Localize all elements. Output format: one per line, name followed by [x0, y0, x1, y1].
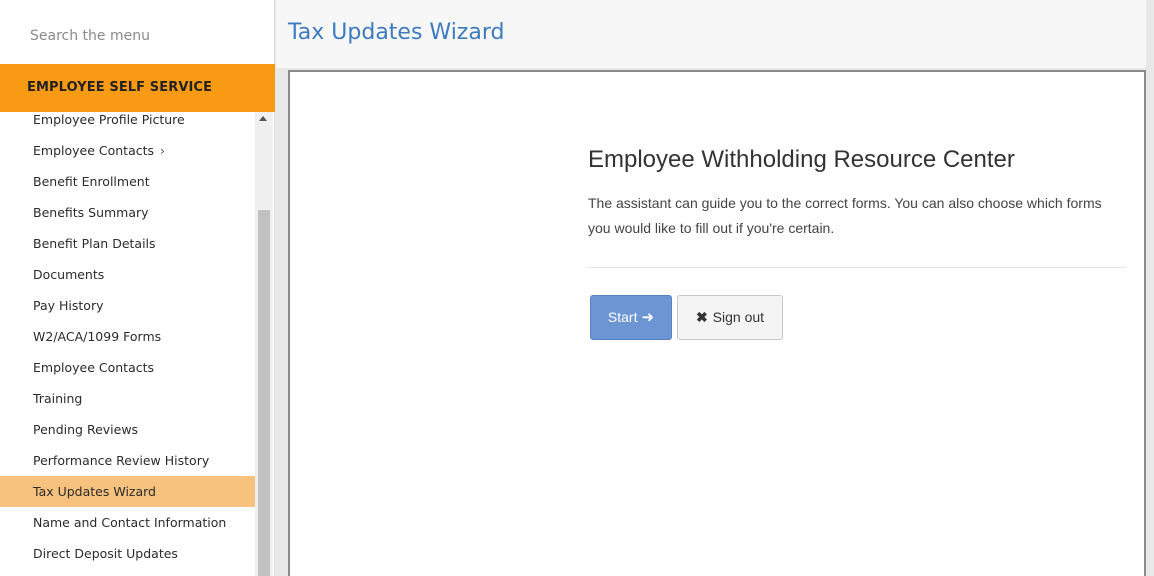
sidebar-item-label: Performance Review History	[33, 453, 210, 468]
sidebar-item-label: W2/ACA/1099 Forms	[33, 329, 162, 344]
sidebar-item-label: Direct Deposit Updates	[33, 546, 178, 561]
sidebar-item-label: Name and Contact Information	[33, 515, 227, 530]
resource-center-description: The assistant can guide you to the corre…	[588, 195, 1102, 236]
scroll-up-icon[interactable]	[259, 116, 267, 121]
window-edge	[1146, 0, 1154, 576]
sidebar-item-label: Employee Contacts	[33, 360, 155, 375]
sidebar-item-label: Tax Updates Wizard	[33, 484, 156, 499]
divider	[588, 267, 1126, 268]
sidebar-item-benefits-summary[interactable]: Benefits Summary	[0, 197, 255, 228]
scroll-thumb[interactable]	[258, 210, 270, 576]
sidebar-item-tax-updates-wizard[interactable]: Tax Updates Wizard	[0, 476, 255, 507]
sidebar-item-label: Documents	[33, 267, 105, 282]
start-button[interactable]: Start ➜	[590, 295, 672, 340]
start-label: Start	[607, 309, 638, 325]
page-title: Tax Updates Wizard	[288, 20, 505, 45]
sidebar-item-employee-contacts[interactable]: Employee Contacts ›	[0, 135, 255, 166]
search-input[interactable]: Search the menu	[0, 0, 275, 64]
sidebar-item-employee-profile-picture[interactable]: Employee Profile Picture	[0, 104, 255, 135]
sidebar-item-name-and-contact-information[interactable]: Name and Contact Information	[0, 507, 255, 538]
arrow-right-icon: ➜	[641, 309, 655, 326]
sidebar: Search the menu EMPLOYEE SELF SERVICE Em…	[0, 0, 275, 576]
sidebar-item-documents[interactable]: Documents	[0, 259, 255, 290]
sidebar-item-training[interactable]: Training	[0, 383, 255, 414]
sidebar-item-label: Benefits Summary	[33, 205, 149, 220]
sidebar-item-performance-review-history[interactable]: Performance Review History	[0, 445, 255, 476]
sidebar-item-benefit-enrollment[interactable]: Benefit Enrollment	[0, 166, 255, 197]
sidebar-item-pay-history[interactable]: Pay History	[0, 290, 255, 321]
sidebar-menu: Employee Profile Picture Employee Contac…	[0, 104, 255, 576]
sign-out-label: Sign out	[712, 309, 765, 325]
sidebar-item-benefit-plan-details[interactable]: Benefit Plan Details	[0, 228, 255, 259]
sidebar-item-label: Training	[33, 391, 83, 406]
sidebar-item-label: Benefit Plan Details	[33, 236, 156, 251]
sidebar-item-label: Pending Reviews	[33, 422, 139, 437]
sidebar-item-pending-reviews[interactable]: Pending Reviews	[0, 414, 255, 445]
close-icon: ✖	[695, 309, 708, 325]
sign-out-button[interactable]: ✖ Sign out	[677, 295, 783, 340]
sidebar-item-w2-aca-1099-forms[interactable]: W2/ACA/1099 Forms	[0, 321, 255, 352]
sidebar-item-label: Pay History	[33, 298, 104, 313]
chevron-right-icon: ›	[160, 143, 166, 158]
resource-center-title: Employee Withholding Resource Center	[588, 146, 1015, 173]
sidebar-item-label: Benefit Enrollment	[33, 174, 150, 189]
sidebar-item-direct-deposit-updates[interactable]: Direct Deposit Updates	[0, 538, 255, 569]
sidebar-item-label: Employee Contacts	[33, 143, 155, 158]
sidebar-scrollbar[interactable]	[255, 112, 273, 576]
content-panel: Employee Withholding Resource Center The…	[288, 70, 1146, 576]
sidebar-item-employee-contacts-2[interactable]: Employee Contacts	[0, 352, 255, 383]
sidebar-item-label: Employee Profile Picture	[33, 112, 185, 127]
